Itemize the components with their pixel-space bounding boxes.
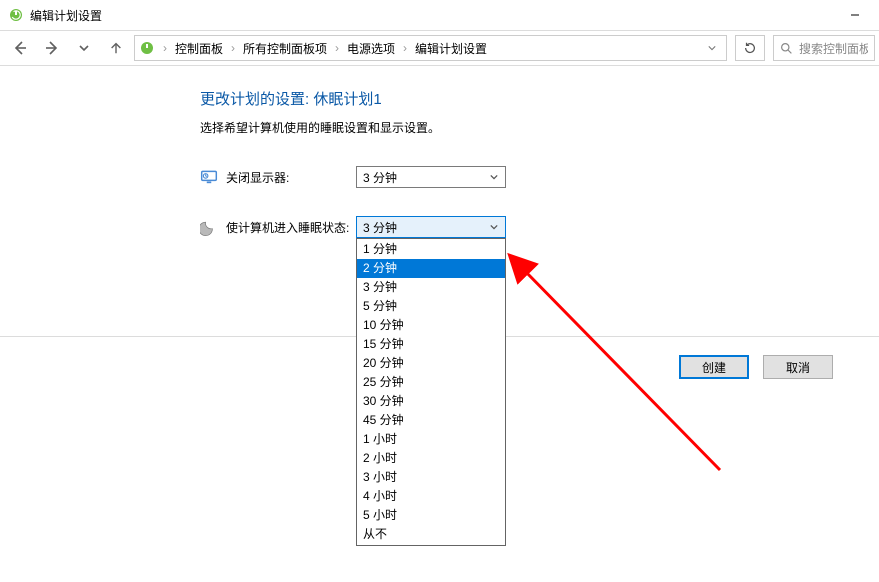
chevron-down-icon	[487, 170, 501, 184]
breadcrumb-item[interactable]: 所有控制面板项	[239, 40, 331, 57]
minimize-button[interactable]	[832, 0, 877, 30]
chevron-down-icon	[487, 220, 501, 234]
sleep-option[interactable]: 4 小时	[357, 487, 505, 506]
control-panel-icon	[139, 40, 155, 56]
sleep-option[interactable]: 3 小时	[357, 468, 505, 487]
sleep-option[interactable]: 3 分钟	[357, 278, 505, 297]
sleep-value: 3 分钟	[363, 219, 487, 236]
titlebar: 编辑计划设置	[0, 0, 879, 30]
nav-history-dropdown[interactable]	[70, 34, 98, 62]
sleep-option[interactable]: 1 分钟	[357, 240, 505, 259]
sleep-option[interactable]: 45 分钟	[357, 411, 505, 430]
sleep-label: 使计算机进入睡眠状态:	[226, 219, 356, 236]
nav-back-button[interactable]	[6, 34, 34, 62]
breadcrumb-sep: ›	[401, 41, 409, 55]
content-area: 更改计划的设置: 休眠计划1 选择希望计算机使用的睡眠设置和显示设置。 关闭显示…	[0, 66, 879, 238]
nav-forward-button[interactable]	[38, 34, 66, 62]
cancel-button-label: 取消	[786, 359, 810, 376]
cancel-button[interactable]: 取消	[763, 355, 833, 379]
sleep-option[interactable]: 2 小时	[357, 449, 505, 468]
sleep-icon	[200, 218, 218, 236]
sleep-combobox[interactable]: 3 分钟 1 分钟2 分钟3 分钟5 分钟10 分钟15 分钟20 分钟25 分…	[356, 216, 506, 238]
window-title: 编辑计划设置	[30, 7, 102, 24]
display-off-label: 关闭显示器:	[226, 169, 356, 186]
breadcrumb-sep: ›	[161, 41, 169, 55]
sleep-option[interactable]: 15 分钟	[357, 335, 505, 354]
address-bar[interactable]: › 控制面板 › 所有控制面板项 › 电源选项 › 编辑计划设置	[134, 35, 727, 61]
sleep-dropdown-list[interactable]: 1 分钟2 分钟3 分钟5 分钟10 分钟15 分钟20 分钟25 分钟30 分…	[356, 238, 506, 546]
display-off-value: 3 分钟	[363, 169, 487, 186]
setting-row-display-off: 关闭显示器: 3 分钟	[200, 166, 879, 188]
button-row: 创建 取消	[679, 355, 833, 379]
page-subtitle: 选择希望计算机使用的睡眠设置和显示设置。	[200, 119, 879, 136]
page-title: 更改计划的设置: 休眠计划1	[200, 88, 879, 109]
sleep-option[interactable]: 从不	[357, 525, 505, 544]
sleep-option[interactable]: 5 小时	[357, 506, 505, 525]
search-input[interactable]: 搜索控制面板	[773, 35, 875, 61]
refresh-button[interactable]	[735, 35, 765, 61]
breadcrumb-item[interactable]: 编辑计划设置	[411, 40, 491, 57]
sleep-option[interactable]: 10 分钟	[357, 316, 505, 335]
navbar: › 控制面板 › 所有控制面板项 › 电源选项 › 编辑计划设置 搜索控制面板	[0, 30, 879, 66]
sleep-option[interactable]: 25 分钟	[357, 373, 505, 392]
window-icon	[8, 7, 24, 23]
address-dropdown-button[interactable]	[702, 41, 722, 55]
sleep-option[interactable]: 30 分钟	[357, 392, 505, 411]
sleep-option[interactable]: 1 小时	[357, 430, 505, 449]
search-placeholder: 搜索控制面板	[799, 40, 868, 57]
display-icon	[200, 168, 218, 186]
breadcrumb-item[interactable]: 电源选项	[343, 40, 399, 57]
create-button-label: 创建	[702, 359, 726, 376]
breadcrumb-sep: ›	[229, 41, 237, 55]
breadcrumb-sep: ›	[333, 41, 341, 55]
sleep-option[interactable]: 2 分钟	[357, 259, 505, 278]
search-icon	[780, 42, 793, 55]
setting-row-sleep: 使计算机进入睡眠状态: 3 分钟 1 分钟2 分钟3 分钟5 分钟10 分钟15…	[200, 216, 879, 238]
display-off-combobox[interactable]: 3 分钟	[356, 166, 506, 188]
nav-up-button[interactable]	[102, 34, 130, 62]
sleep-option[interactable]: 20 分钟	[357, 354, 505, 373]
breadcrumb-item[interactable]: 控制面板	[171, 40, 227, 57]
sleep-option[interactable]: 5 分钟	[357, 297, 505, 316]
create-button[interactable]: 创建	[679, 355, 749, 379]
